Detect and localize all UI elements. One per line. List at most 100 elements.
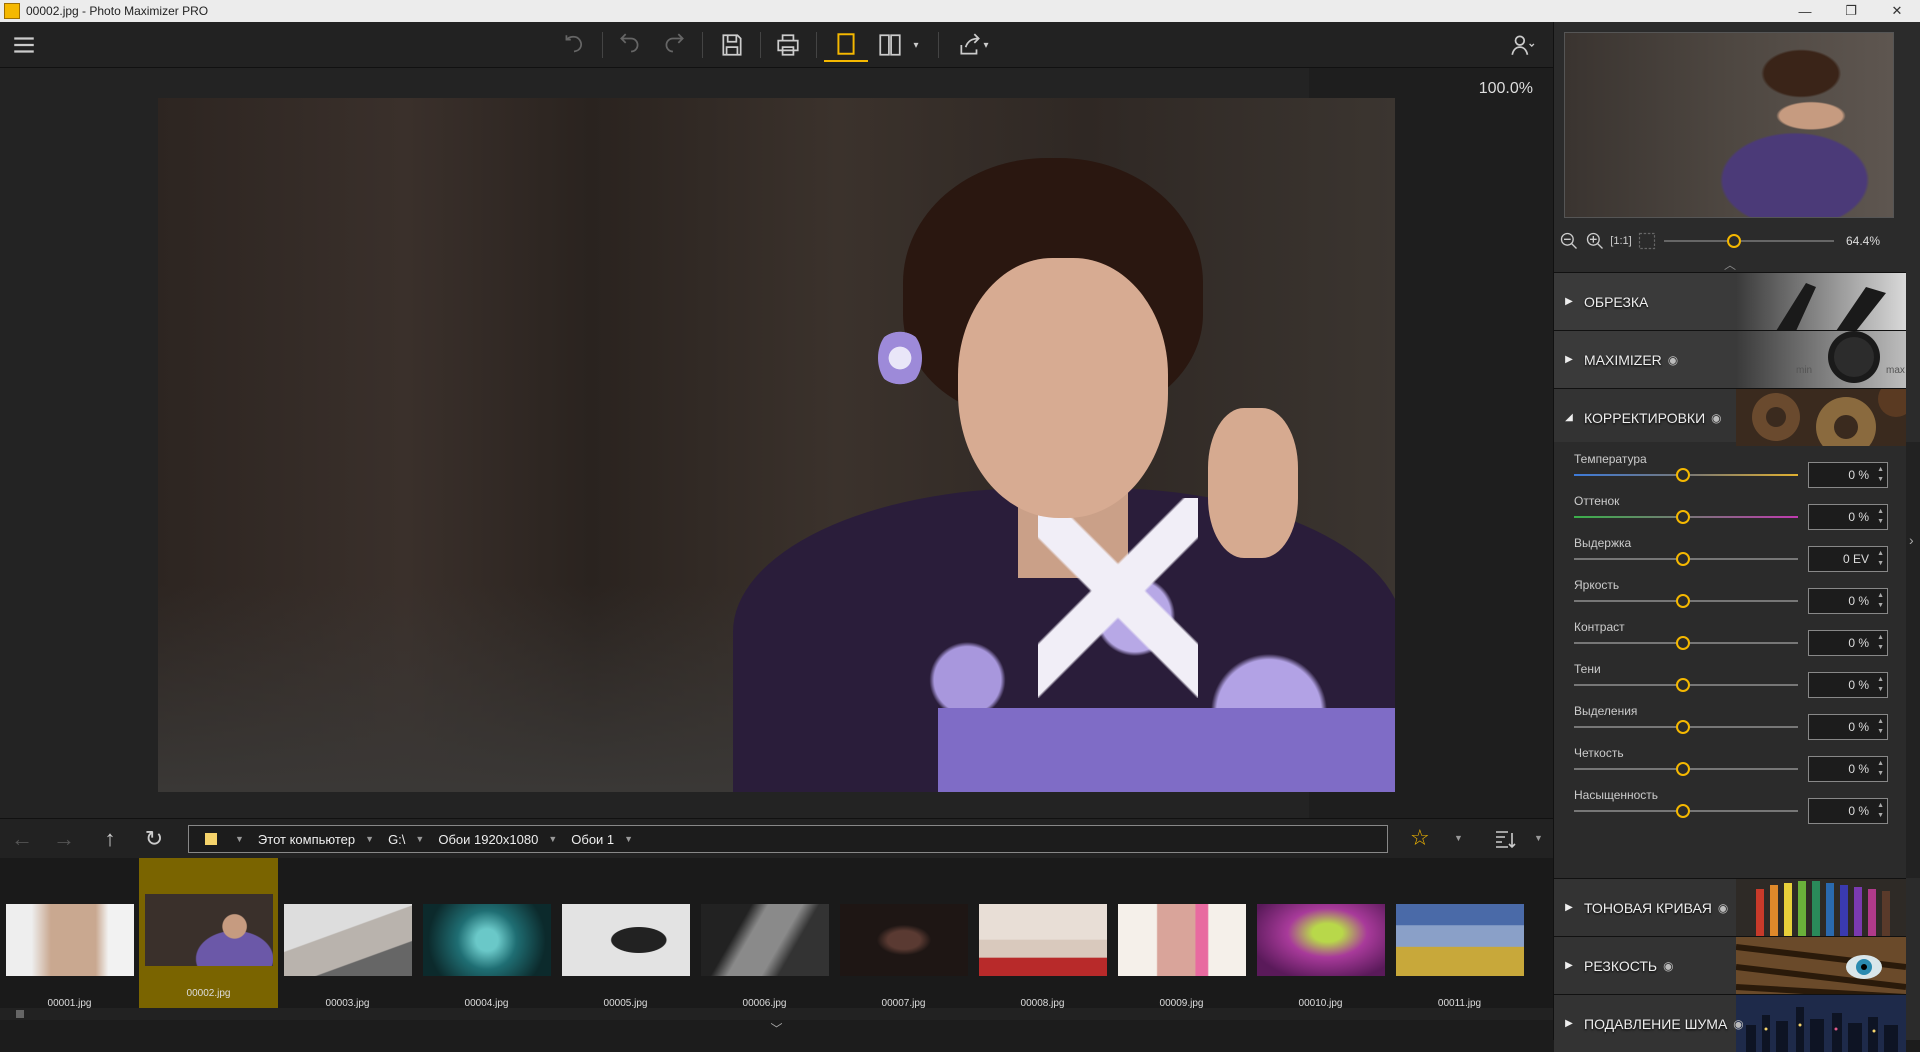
- thumbnail-scrollbar[interactable]: [0, 1008, 1553, 1020]
- slider-handle[interactable]: [1676, 636, 1690, 650]
- back-arrow-icon[interactable]: ←: [6, 825, 38, 853]
- thumbnail-item[interactable]: 00009.jpg: [1112, 868, 1251, 1009]
- sort-list-icon[interactable]: [1492, 827, 1518, 851]
- slider-handle[interactable]: [1676, 552, 1690, 566]
- thumbnail-item[interactable]: 00005.jpg: [556, 868, 695, 1009]
- zoom-in-icon[interactable]: [1584, 230, 1606, 252]
- hamburger-menu-icon[interactable]: [4, 28, 44, 62]
- section-sharpness[interactable]: ▶ РЕЗКОСТЬ ◉: [1554, 936, 1906, 994]
- visibility-eye-icon[interactable]: ◉: [1663, 959, 1673, 973]
- share-chevron-down-icon[interactable]: ▾: [978, 28, 994, 62]
- spinner-icon[interactable]: ▲ ▼: [1877, 465, 1884, 485]
- path-breadcrumb[interactable]: ▼ Этот компьютер ▼ G:\ ▼ Обои 1920x1080 …: [188, 825, 1388, 853]
- value-input[interactable]: 0 % ▲ ▼: [1808, 672, 1888, 698]
- slider-handle[interactable]: [1676, 594, 1690, 608]
- spinner-icon[interactable]: ▲ ▼: [1877, 591, 1884, 611]
- main-photo[interactable]: [158, 98, 1395, 792]
- redo-icon[interactable]: [654, 28, 694, 62]
- thumbnail-item[interactable]: 00008.jpg: [973, 868, 1112, 1009]
- undo-all-icon[interactable]: [554, 28, 594, 62]
- slider-handle[interactable]: [1676, 762, 1690, 776]
- spinner-icon[interactable]: ▲ ▼: [1877, 507, 1884, 527]
- chevron-down-icon[interactable]: ▼: [624, 834, 633, 844]
- value-input[interactable]: 0 EV ▲ ▼: [1808, 546, 1888, 572]
- thumbnail-image: [1396, 904, 1524, 976]
- value-input[interactable]: 0 % ▲ ▼: [1808, 462, 1888, 488]
- thumbnail-item[interactable]: 00006.jpg: [695, 868, 834, 1009]
- fit-to-window-icon[interactable]: [1636, 230, 1658, 252]
- breadcrumb-segment[interactable]: Обои 1: [571, 832, 614, 847]
- value-input[interactable]: 0 % ▲ ▼: [1808, 588, 1888, 614]
- value-input[interactable]: 0 % ▲ ▼: [1808, 504, 1888, 530]
- close-button[interactable]: ✕: [1874, 0, 1920, 22]
- spinner-icon[interactable]: ▲ ▼: [1877, 759, 1884, 779]
- thumbnail-item[interactable]: 00001.jpg: [0, 868, 139, 1009]
- adjustment-label: Насыщенность: [1574, 788, 1659, 802]
- save-icon[interactable]: [712, 28, 752, 62]
- slider-handle[interactable]: [1676, 720, 1690, 734]
- minimize-button[interactable]: —: [1782, 0, 1828, 22]
- visibility-eye-icon[interactable]: ◉: [1668, 353, 1678, 367]
- spinner-icon[interactable]: ▲ ▼: [1877, 675, 1884, 695]
- slider-handle[interactable]: [1676, 804, 1690, 818]
- breadcrumb-segment[interactable]: Этот компьютер: [258, 832, 355, 847]
- spinner-icon[interactable]: ▲ ▼: [1877, 801, 1884, 821]
- chevron-down-icon[interactable]: ▼: [235, 834, 244, 844]
- favorite-star-icon[interactable]: ☆: [1410, 825, 1430, 851]
- actual-size-icon[interactable]: [1:1]: [1610, 230, 1632, 252]
- thumbnail-item[interactable]: 00007.jpg: [834, 868, 973, 1009]
- forward-arrow-icon[interactable]: →: [48, 825, 80, 853]
- value-input[interactable]: 0 % ▲ ▼: [1808, 756, 1888, 782]
- refresh-icon[interactable]: ↻: [138, 825, 170, 853]
- value-input[interactable]: 0 % ▲ ▼: [1808, 798, 1888, 824]
- collapse-navigator-icon[interactable]: ︿: [1724, 256, 1736, 273]
- slider-handle[interactable]: [1676, 468, 1690, 482]
- visibility-eye-icon[interactable]: ◉: [1733, 1017, 1743, 1031]
- slider-handle[interactable]: [1676, 678, 1690, 692]
- section-tone-curve[interactable]: ▶ ТОНОВАЯ КРИВАЯ ◉: [1554, 878, 1906, 936]
- value-input[interactable]: 0 % ▲ ▼: [1808, 714, 1888, 740]
- thumbnail-item[interactable]: 00010.jpg: [1251, 868, 1390, 1009]
- print-icon[interactable]: [768, 28, 808, 62]
- window-title: 00002.jpg - Photo Maximizer PRO: [26, 4, 209, 18]
- spinner-icon[interactable]: ▲ ▼: [1877, 633, 1884, 653]
- section-maximizer[interactable]: ▶ MAXIMIZER ◉ min max: [1554, 330, 1906, 388]
- thumbnail-image: [423, 904, 551, 976]
- value-input[interactable]: 0 % ▲ ▼: [1808, 630, 1888, 656]
- image-canvas[interactable]: 100.0%: [0, 68, 1553, 818]
- folder-icon: [205, 833, 217, 845]
- zoom-slider-handle[interactable]: [1727, 234, 1741, 248]
- zoom-slider-track[interactable]: [1664, 240, 1834, 242]
- panel-scrollbar[interactable]: [1906, 442, 1920, 878]
- single-view-icon[interactable]: [824, 28, 868, 62]
- section-corrections[interactable]: ◢ КОРРЕКТИРОВКИ ◉: [1554, 388, 1906, 446]
- visibility-eye-icon[interactable]: ◉: [1718, 901, 1728, 915]
- chevron-down-icon[interactable]: ▼: [548, 834, 557, 844]
- section-noise-reduction[interactable]: ▶ ПОДАВЛЕНИЕ ШУМА ◉: [1554, 994, 1906, 1052]
- undo-icon[interactable]: [610, 28, 650, 62]
- zoom-out-icon[interactable]: [1558, 230, 1580, 252]
- breadcrumb-segment[interactable]: Обои 1920x1080: [438, 832, 538, 847]
- panel-expand-arrow-icon[interactable]: ›: [1909, 532, 1914, 548]
- chevron-down-icon[interactable]: ▼: [1454, 833, 1463, 843]
- expand-strip-chevron-icon[interactable]: ﹀: [0, 1020, 1553, 1040]
- thumbnail-item[interactable]: 00004.jpg: [417, 868, 556, 1009]
- user-account-icon[interactable]: [1504, 28, 1540, 62]
- thumbnail-item[interactable]: 00003.jpg: [278, 868, 417, 1009]
- restore-button[interactable]: ❐: [1828, 0, 1874, 22]
- slider-handle[interactable]: [1676, 510, 1690, 524]
- chevron-down-icon[interactable]: ▼: [415, 834, 424, 844]
- spinner-icon[interactable]: ▲ ▼: [1877, 717, 1884, 737]
- spinner-icon[interactable]: ▲ ▼: [1877, 549, 1884, 569]
- compare-view-icon[interactable]: [870, 28, 910, 62]
- visibility-eye-icon[interactable]: ◉: [1711, 411, 1721, 425]
- thumbnail-item-selected[interactable]: 00002.jpg: [139, 858, 278, 1008]
- navigator-preview[interactable]: [1564, 32, 1894, 218]
- up-arrow-icon[interactable]: ↑: [94, 825, 126, 853]
- view-chevron-down-icon[interactable]: ▾: [906, 28, 926, 62]
- chevron-down-icon[interactable]: ▼: [1534, 833, 1543, 843]
- breadcrumb-segment[interactable]: G:\: [388, 832, 405, 847]
- section-crop[interactable]: ▶ ОБРЕЗКА: [1554, 272, 1906, 330]
- thumbnail-item[interactable]: 00011.jpg: [1390, 868, 1529, 1009]
- chevron-down-icon[interactable]: ▼: [365, 834, 374, 844]
